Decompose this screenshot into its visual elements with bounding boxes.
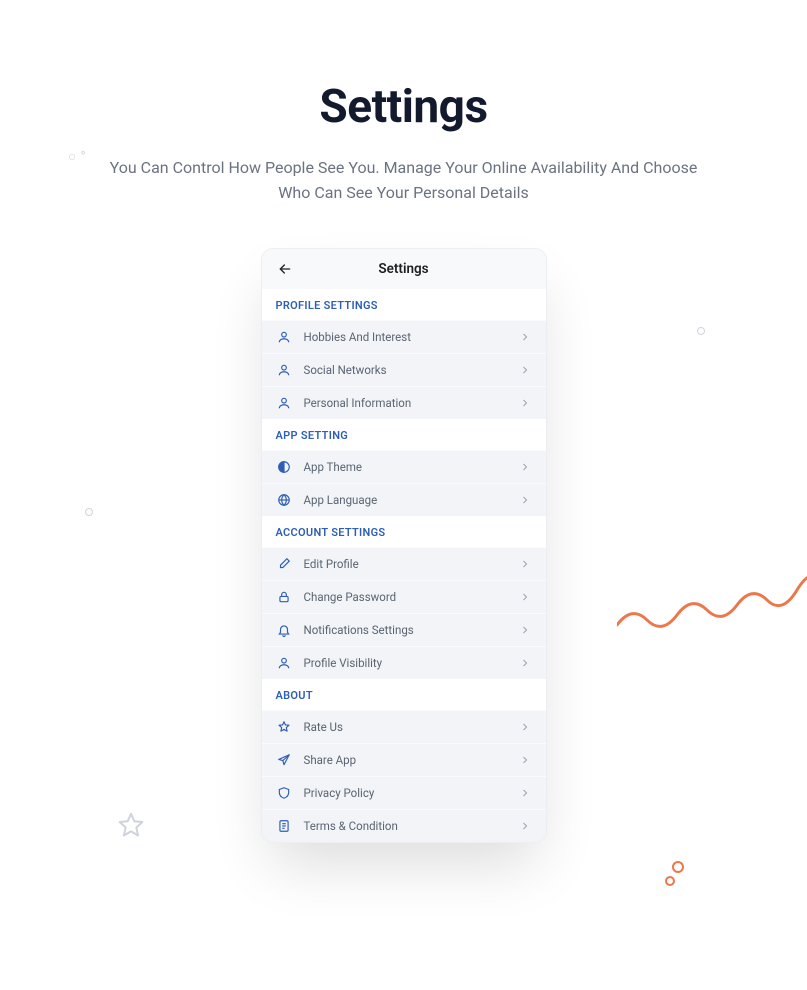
chevron-right-icon: [518, 720, 532, 734]
chevron-right-icon: [518, 623, 532, 637]
globe-icon: [276, 492, 292, 508]
star-icon: [115, 810, 147, 842]
chevron-right-icon: [518, 656, 532, 670]
section-header-app: APP SETTING: [262, 419, 546, 450]
screen-title: Settings: [262, 261, 546, 277]
row-label: Rate Us: [304, 720, 518, 734]
row-label: Personal Information: [304, 396, 518, 410]
theme-icon: [276, 459, 292, 475]
send-icon: [276, 752, 292, 768]
row-share[interactable]: Share App: [262, 743, 546, 776]
row-terms[interactable]: Terms & Condition: [262, 809, 546, 842]
chevron-right-icon: [518, 493, 532, 507]
row-notifications[interactable]: Notifications Settings: [262, 613, 546, 646]
row-label: Notifications Settings: [304, 623, 518, 637]
shield-icon: [276, 785, 292, 801]
chevron-right-icon: [518, 786, 532, 800]
chevron-right-icon: [518, 590, 532, 604]
section-header-about: ABOUT: [262, 679, 546, 710]
person-icon: [276, 362, 292, 378]
row-language[interactable]: App Language: [262, 483, 546, 516]
row-label: Social Networks: [304, 363, 518, 377]
decoration-circle: [85, 508, 93, 516]
row-privacy[interactable]: Privacy Policy: [262, 776, 546, 809]
row-rate[interactable]: Rate Us: [262, 710, 546, 743]
row-label: Terms & Condition: [304, 819, 518, 833]
decoration-circle: [697, 327, 705, 335]
section-header-profile: PROFILE SETTINGS: [262, 289, 546, 320]
row-label: Change Password: [304, 590, 518, 604]
row-label: App Theme: [304, 460, 518, 474]
page-title: Settings: [0, 80, 807, 134]
lock-icon: [276, 589, 292, 605]
chevron-right-icon: [518, 363, 532, 377]
row-personal[interactable]: Personal Information: [262, 386, 546, 419]
row-edit-profile[interactable]: Edit Profile: [262, 547, 546, 580]
section-header-account: ACCOUNT SETTINGS: [262, 516, 546, 547]
row-password[interactable]: Change Password: [262, 580, 546, 613]
row-label: Hobbies And Interest: [304, 330, 518, 344]
row-label: Privacy Policy: [304, 786, 518, 800]
pencil-icon: [276, 556, 292, 572]
row-label: Profile Visibility: [304, 656, 518, 670]
document-icon: [276, 818, 292, 834]
row-visibility[interactable]: Profile Visibility: [262, 646, 546, 679]
row-theme[interactable]: App Theme: [262, 450, 546, 483]
decoration-dots: ○°: [68, 148, 90, 165]
person-icon: [276, 655, 292, 671]
decoration-circles: [663, 860, 685, 888]
chevron-right-icon: [518, 330, 532, 344]
row-label: App Language: [304, 493, 518, 507]
phone-header: Settings: [262, 249, 546, 289]
person-icon: [276, 329, 292, 345]
decoration-wave: [617, 560, 807, 650]
chevron-right-icon: [518, 396, 532, 410]
chevron-right-icon: [518, 557, 532, 571]
phone-mockup: Settings PROFILE SETTINGS Hobbies And In…: [261, 248, 547, 843]
row-hobbies[interactable]: Hobbies And Interest: [262, 320, 546, 353]
star-icon: [276, 719, 292, 735]
bell-icon: [276, 622, 292, 638]
page-subtitle: You Can Control How People See You. Mana…: [109, 156, 699, 206]
row-label: Share App: [304, 753, 518, 767]
back-icon[interactable]: [276, 260, 294, 278]
chevron-right-icon: [518, 753, 532, 767]
person-icon: [276, 395, 292, 411]
chevron-right-icon: [518, 819, 532, 833]
row-social[interactable]: Social Networks: [262, 353, 546, 386]
chevron-right-icon: [518, 460, 532, 474]
row-label: Edit Profile: [304, 557, 518, 571]
